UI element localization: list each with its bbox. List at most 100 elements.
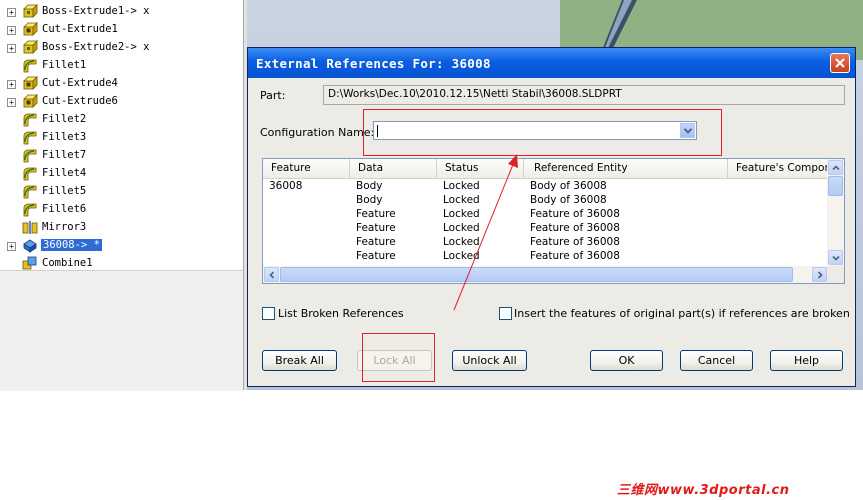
- chevron-up-icon: [832, 165, 840, 171]
- tree-item-label[interactable]: Cut-Extrude1: [42, 23, 118, 35]
- annotation-arrow: [453, 154, 518, 311]
- close-button[interactable]: [830, 53, 850, 73]
- list-row[interactable]: 36008 Body Locked Body of 36008: [263, 180, 829, 194]
- help-button[interactable]: Help: [770, 350, 843, 371]
- cut-extrude-icon: [22, 94, 38, 109]
- combine-icon: [22, 256, 38, 271]
- tree-item[interactable]: + Cut-Extrude4: [0, 75, 243, 93]
- tree-item[interactable]: Fillet6: [0, 201, 243, 219]
- tree-item-label[interactable]: Fillet2: [42, 113, 86, 125]
- expand-toggle[interactable]: +: [7, 80, 16, 89]
- mirror-icon: [22, 220, 38, 235]
- expand-toggle[interactable]: +: [7, 26, 16, 35]
- configuration-name-label: Configuration Name:: [260, 126, 375, 139]
- feature-tree-empty-area: [0, 270, 243, 391]
- tree-item[interactable]: + Boss-Extrude2-> x: [0, 39, 243, 57]
- list-row[interactable]: Body Locked Body of 36008: [263, 194, 829, 208]
- scroll-right-button[interactable]: [812, 267, 827, 282]
- tree-item[interactable]: Fillet3: [0, 129, 243, 147]
- scroll-left-button[interactable]: [264, 267, 279, 282]
- list-cell: Feature of 36008: [530, 250, 620, 262]
- scrollbar-corner: [827, 266, 844, 283]
- list-cell: Feature: [356, 250, 396, 262]
- extrude-icon: [22, 40, 38, 55]
- dialog-title: External References For: 36008: [256, 56, 491, 71]
- scroll-down-button[interactable]: [828, 250, 843, 265]
- list-row[interactable]: Feature Locked Feature of 36008: [263, 222, 829, 236]
- expand-toggle[interactable]: +: [7, 44, 16, 53]
- tree-item-label[interactable]: Fillet6: [42, 203, 86, 215]
- expand-toggle[interactable]: +: [7, 242, 16, 251]
- column-header-feature-component[interactable]: Feature's Compon...: [728, 159, 829, 178]
- tree-item[interactable]: Fillet5: [0, 183, 243, 201]
- close-icon: [835, 58, 845, 68]
- break-all-button[interactable]: Break All: [262, 350, 337, 371]
- tree-item[interactable]: Fillet1: [0, 57, 243, 75]
- expand-toggle[interactable]: +: [7, 8, 16, 17]
- tree-item[interactable]: Fillet7: [0, 147, 243, 165]
- tree-item[interactable]: Mirror3: [0, 219, 243, 237]
- references-list[interactable]: Feature Data Status Referenced Entity Fe…: [262, 158, 845, 284]
- fillet-icon: [22, 58, 38, 73]
- tree-item-label[interactable]: Fillet5: [42, 185, 86, 197]
- list-cell: 36008: [269, 180, 303, 192]
- tree-item-label[interactable]: Mirror3: [42, 221, 86, 233]
- list-row[interactable]: Feature Locked Feature of 36008: [263, 250, 829, 264]
- tree-item-label[interactable]: Combine1: [42, 257, 93, 269]
- tree-item[interactable]: +36008-> *: [0, 237, 243, 255]
- list-cell: Feature of 36008: [530, 236, 620, 248]
- tree-item-label[interactable]: Fillet4: [42, 167, 86, 179]
- list-cell: Feature: [356, 208, 396, 220]
- scroll-up-button[interactable]: [828, 160, 843, 175]
- tree-item[interactable]: Fillet4: [0, 165, 243, 183]
- ok-button[interactable]: OK: [590, 350, 663, 371]
- cut-extrude-icon: [22, 22, 38, 37]
- annotation-box-configuration: [363, 109, 722, 156]
- list-cell: Body: [356, 194, 383, 206]
- tree-item-label[interactable]: Boss-Extrude1-> x: [42, 5, 149, 17]
- list-row[interactable]: Feature Locked Feature of 36008: [263, 208, 829, 222]
- tree-item-label[interactable]: Boss-Extrude2-> x: [42, 41, 149, 53]
- column-header-data[interactable]: Data: [350, 159, 437, 178]
- tree-item[interactable]: Fillet2: [0, 111, 243, 129]
- tree-item[interactable]: + Boss-Extrude1-> x: [0, 3, 243, 21]
- tree-item[interactable]: + Cut-Extrude6: [0, 93, 243, 111]
- expand-toggle[interactable]: +: [7, 98, 16, 107]
- dialog-title-bar[interactable]: External References For: 36008: [248, 48, 855, 78]
- chevron-right-icon: [817, 271, 823, 279]
- tree-item-label[interactable]: Fillet7: [42, 149, 86, 161]
- external-references-dialog: External References For: 36008 Part: D:\…: [247, 47, 856, 387]
- fillet-icon: [22, 202, 38, 217]
- fillet-icon: [22, 112, 38, 127]
- tree-item-label[interactable]: Cut-Extrude6: [42, 95, 118, 107]
- vertical-scroll-thumb[interactable]: [828, 176, 843, 196]
- tree-item-label[interactable]: Fillet3: [42, 131, 86, 143]
- feature-manager-tree[interactable]: + Boss-Extrude1-> x + Cut-Extrude1 + Boss-Ext…: [0, 0, 243, 270]
- column-header-feature[interactable]: Feature: [263, 159, 350, 178]
- list-cell: Body: [356, 180, 383, 192]
- unlock-all-button[interactable]: Unlock All: [452, 350, 527, 371]
- fillet-icon: [22, 166, 38, 181]
- list-broken-references-label[interactable]: List Broken References: [278, 307, 404, 320]
- list-row[interactable]: Feature Locked Feature of 36008: [263, 236, 829, 250]
- horizontal-scroll-thumb[interactable]: [280, 267, 793, 282]
- tree-item-label[interactable]: Cut-Extrude4: [42, 77, 118, 89]
- tree-item-label[interactable]: Fillet1: [42, 59, 86, 71]
- horizontal-scrollbar[interactable]: [263, 266, 829, 283]
- annotation-box-lock-all: [362, 333, 435, 382]
- list-cell: Feature of 36008: [530, 208, 620, 220]
- list-cell: Body of 36008: [530, 194, 607, 206]
- vertical-scrollbar[interactable]: [827, 159, 844, 267]
- tree-item-label[interactable]: 36008-> *: [41, 239, 102, 251]
- list-cell: Feature: [356, 222, 396, 234]
- column-header-referenced-entity[interactable]: Referenced Entity: [524, 159, 728, 178]
- part-path-field: D:\Works\Dec.10\2010.12.15\Netti Stabil\…: [323, 85, 845, 105]
- list-broken-references-checkbox[interactable]: [262, 307, 275, 320]
- fillet-icon: [22, 184, 38, 199]
- cancel-button[interactable]: Cancel: [680, 350, 753, 371]
- insert-features-label[interactable]: Insert the features of original part(s) …: [514, 307, 850, 320]
- fillet-icon: [22, 148, 38, 163]
- watermark: 三维网www.3dportal.cn: [617, 483, 790, 498]
- list-header: Feature Data Status Referenced Entity Fe…: [263, 159, 844, 179]
- tree-item[interactable]: + Cut-Extrude1: [0, 21, 243, 39]
